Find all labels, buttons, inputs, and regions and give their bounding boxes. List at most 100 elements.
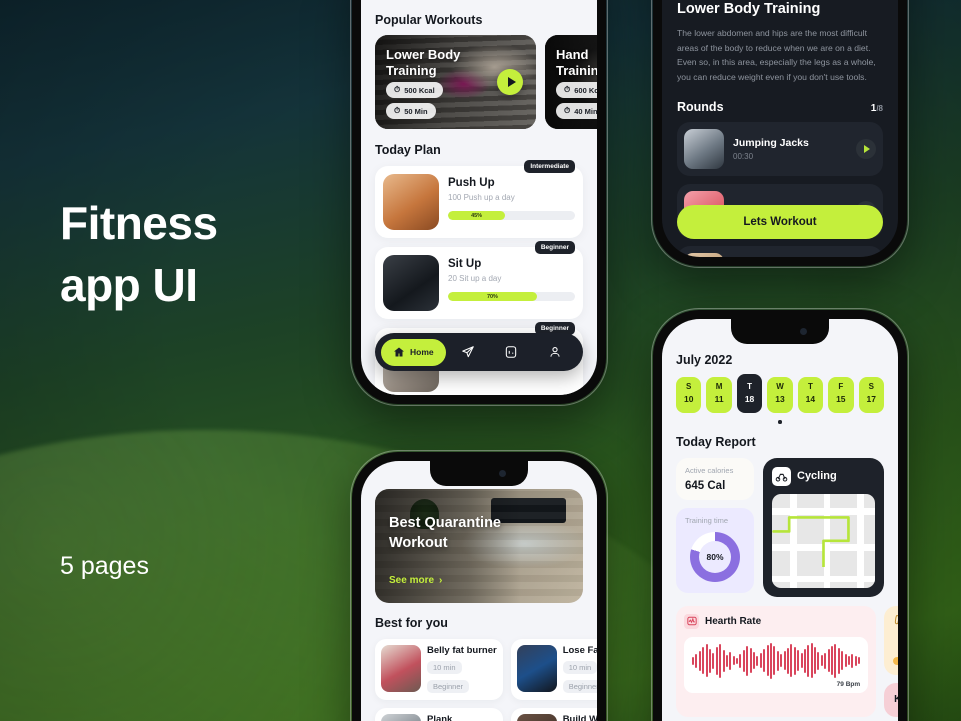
week-strip[interactable]: S 10 M 11 T 18 W 13 T 14 F 15 S 17: [676, 374, 884, 413]
level-tag: Beginner: [427, 680, 470, 693]
detail-title: Lower Body Training: [677, 1, 821, 17]
duration-chip: ⏱ 40 Min: [556, 103, 597, 119]
progress-fill: 45%: [448, 211, 506, 220]
day-number: 13: [775, 394, 785, 404]
best-card-lose-fat[interactable]: Lose Fat 10 min Beginner: [510, 639, 597, 700]
best-thumbnail: [381, 645, 421, 692]
duration-value: 40 Min: [574, 106, 597, 116]
day-chip[interactable]: T 14: [797, 377, 824, 413]
banner-title: Best Quarantine Workout: [389, 515, 501, 551]
lets-workout-button[interactable]: Lets Workout: [677, 205, 883, 239]
day-chip[interactable]: S 17: [858, 377, 884, 413]
day-of-week: S: [868, 382, 874, 391]
plan-name: Push Up: [448, 177, 495, 189]
day-chip[interactable]: W 13: [767, 377, 793, 413]
home-screen: Popular Workouts Lower Body Training ⏱ 50…: [361, 0, 597, 395]
round-play-button[interactable]: [856, 139, 876, 159]
today-report-heading: Today Report: [676, 434, 756, 449]
best-name: Build Whide: [562, 714, 597, 721]
training-time-card[interactable]: Training time 80%: [676, 507, 754, 593]
best-name: Lose Fat: [562, 645, 597, 656]
duration-tag: 10 min: [562, 661, 597, 674]
discover-screen: Best Quarantine Workout See more › Best …: [361, 461, 597, 721]
day-chip[interactable]: S 10: [676, 377, 702, 413]
plan-subtitle: 100 Push up a day: [448, 193, 515, 202]
training-time-donut-chart: 80%: [690, 531, 740, 582]
phone-mockup-discover: Best Quarantine Workout See more › Best …: [350, 450, 608, 721]
see-more-link[interactable]: See more ›: [389, 575, 442, 586]
steps-card[interactable]: Steps 999/2000: [884, 605, 898, 675]
cycling-card[interactable]: Cycling: [763, 457, 884, 597]
rocket-icon: [461, 345, 475, 359]
hero-banner-card[interactable]: Best Quarantine Workout See more ›: [375, 489, 583, 603]
best-thumbnail: [516, 645, 557, 692]
level-tag: Beginner: [562, 680, 597, 693]
plan-row-sit-up[interactable]: Sit Up 20 Sit up a day 70% Beginner: [375, 241, 583, 319]
kcal-value: 500 Kcal: [404, 85, 435, 95]
round-row-jumping-jacks[interactable]: Jumping Jacks 00:30: [677, 122, 883, 176]
cycling-label: Cycling: [797, 470, 837, 482]
level-badge: Beginner: [534, 241, 575, 254]
tab-profile[interactable]: [533, 345, 577, 359]
active-calories-card[interactable]: Active calories 645 Cal: [676, 457, 754, 500]
active-calories-label: Active calories: [685, 465, 734, 475]
best-card-belly-fat-burner[interactable]: Belly fat burner 10 min Beginner: [375, 639, 503, 700]
progress-label: 45%: [471, 212, 483, 219]
day-chip[interactable]: F 15: [828, 377, 854, 413]
day-number: 18: [744, 394, 755, 404]
clock-icon: ⏱: [394, 106, 401, 115]
progress-track: 45%: [448, 211, 575, 220]
plan-subtitle: 20 Sit up a day: [448, 274, 502, 283]
best-card-plank[interactable]: Plank: [375, 708, 503, 721]
tab-stats[interactable]: [489, 345, 533, 359]
kcal-chip: ⏱ 500 Kcal: [386, 82, 443, 98]
best-thumbnail: [381, 714, 421, 721]
hero-block: Fitness app UI: [60, 192, 218, 316]
tab-explore[interactable]: [446, 345, 490, 359]
active-calories-value: 645 Cal: [685, 479, 726, 492]
round-thumbnail: [684, 253, 724, 257]
plan-thumbnail: [383, 174, 439, 230]
day-of-week: T: [807, 382, 813, 391]
workout-card-title: Hand Training: [556, 47, 597, 78]
keep-it-up-card[interactable]: Keep it Up! 💪: [884, 682, 898, 717]
chevron-right-icon: ›: [439, 575, 443, 586]
best-for-you-grid: Belly fat burner 10 min Beginner Lose Fa…: [375, 639, 597, 721]
pages-count-label: 5 pages: [60, 552, 149, 580]
home-icon: [393, 346, 405, 358]
best-name: Belly fat burner: [427, 645, 497, 656]
rounds-label: Rounds: [677, 100, 724, 114]
cycling-route-map[interactable]: [772, 493, 875, 588]
popular-workouts-carousel[interactable]: Lower Body Training ⏱ 500 Kcal ⏱ 50 Min Ha…: [375, 35, 597, 129]
workout-card-title: Lower Body Training: [386, 47, 461, 78]
level-badge: Intermediate: [524, 160, 575, 173]
workout-stats: ⏱600 Kcal ⏱40 Min: [556, 77, 597, 119]
workout-stats: ⏱ 500 Kcal ⏱ 50 Min: [386, 77, 443, 119]
training-time-label: Training time: [685, 515, 729, 525]
heart-rate-label: Hearth Rate: [705, 615, 762, 627]
day-chip-selected[interactable]: T 18: [736, 374, 763, 413]
phone-mockup-home: Popular Workouts Lower Body Training ⏱ 50…: [350, 0, 608, 406]
steps-value: 999/2000: [893, 640, 898, 650]
play-button[interactable]: [497, 69, 523, 95]
popular-workouts-heading: Popular Workouts: [375, 13, 483, 27]
day-of-week: T: [747, 382, 752, 391]
best-card-build-whide[interactable]: Build Whide: [510, 708, 597, 721]
notch: [731, 319, 829, 344]
workout-card-hand-training[interactable]: Hand Training ⏱600 Kcal ⏱40 Min: [545, 35, 597, 129]
round-row-push-up[interactable]: Push Up: [677, 246, 883, 257]
rounds-header: Rounds 1/8: [677, 100, 883, 114]
heart-rate-card[interactable]: Hearth Rate 79 Bpm: [676, 605, 877, 717]
day-chip[interactable]: M 11: [706, 377, 732, 413]
tab-home[interactable]: Home: [381, 338, 446, 366]
kcal-chip: ⏱600 Kcal: [556, 82, 597, 98]
rounds-counter: 1/8: [871, 103, 883, 114]
workout-card-lower-body[interactable]: Lower Body Training ⏱ 500 Kcal ⏱ 50 Min: [375, 35, 536, 129]
clock-icon: ⏱: [564, 106, 571, 115]
best-name: Plank: [427, 714, 453, 721]
progress-fill: 70%: [448, 292, 537, 301]
today-plan-heading: Today Plan: [375, 143, 441, 157]
bottom-tabbar[interactable]: Home: [375, 333, 583, 371]
plan-row-push-up[interactable]: Push Up 100 Push up a day 45% Intermedia…: [375, 160, 583, 238]
bicycle-icon: [772, 466, 791, 486]
